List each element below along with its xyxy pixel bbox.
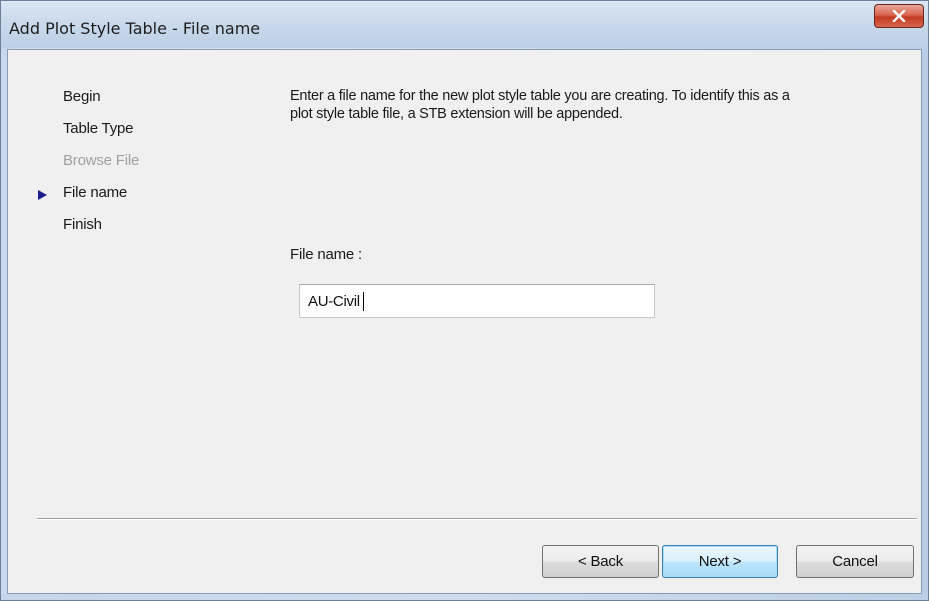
dialog-client-area: Begin Table Type Browse File File name F… <box>7 49 922 594</box>
triangle-right-icon <box>38 190 47 200</box>
next-button[interactable]: Next > <box>662 545 778 578</box>
window-title: Add Plot Style Table - File name <box>9 19 261 38</box>
title-bar[interactable]: Add Plot Style Table - File name <box>1 1 928 48</box>
step-table-type: Table Type <box>63 120 134 137</box>
step-browse-file: Browse File <box>63 152 140 169</box>
dialog-window: Add Plot Style Table - File name Begin T… <box>0 0 929 601</box>
file-name-label: File name : <box>290 246 362 263</box>
step-begin: Begin <box>63 88 101 105</box>
close-button[interactable] <box>874 4 924 28</box>
wizard-step-list: Begin Table Type Browse File File name F… <box>8 50 248 250</box>
text-caret <box>363 292 364 311</box>
instructions-text: Enter a file name for the new plot style… <box>290 88 790 122</box>
step-finish: Finish <box>63 216 102 233</box>
close-icon <box>892 10 906 22</box>
cancel-button[interactable]: Cancel <box>796 545 914 578</box>
back-button[interactable]: < Back <box>542 545 659 578</box>
step-file-name: File name <box>63 184 128 201</box>
file-name-input[interactable] <box>299 284 655 318</box>
separator-line <box>37 518 917 520</box>
window-bottom-border <box>1 594 928 600</box>
